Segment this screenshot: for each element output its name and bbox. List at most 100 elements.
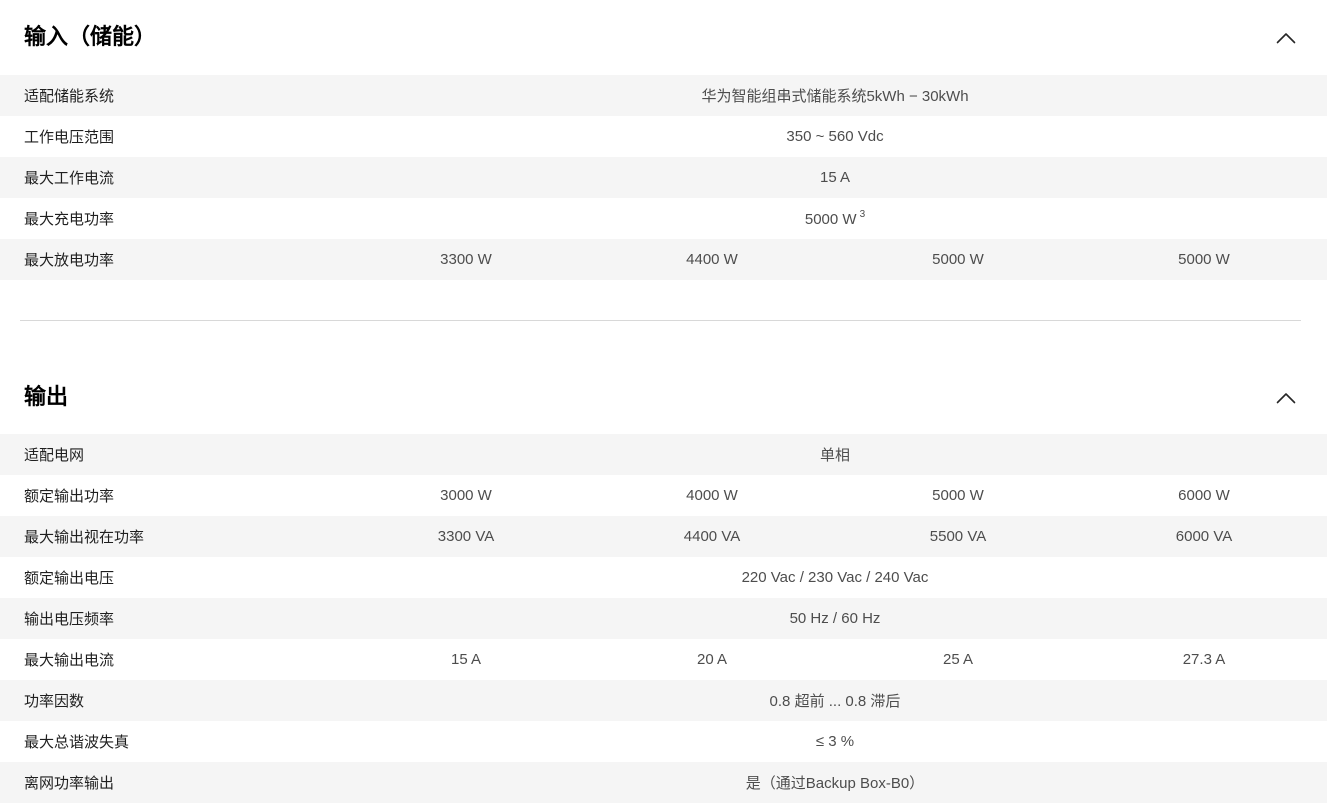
table-row: 最大总谐波失真 ≤ 3 % <box>0 721 1327 762</box>
value-cell: 27.3 A <box>1081 651 1327 668</box>
value-cell: 5000 W <box>1081 251 1327 268</box>
value-cell: 15 A <box>343 651 589 668</box>
value-cell: 4400 W <box>589 251 835 268</box>
row-label: 适配电网 <box>0 444 343 465</box>
table-row: 额定输出功率 3000 W4000 W5000 W6000 W <box>0 475 1327 516</box>
value-cell: 5000 W <box>835 487 1081 504</box>
row-label: 适配储能系统 <box>0 85 343 106</box>
value-text: 3300 W <box>440 251 492 268</box>
value-text: 0.8 超前 ... 0.8 滞后 <box>770 693 901 710</box>
value-cell: 15 A <box>343 169 1327 186</box>
value-text: 27.3 A <box>1183 651 1226 668</box>
row-values: 220 Vac / 230 Vac / 240 Vac <box>343 569 1327 586</box>
value-text: 15 A <box>820 169 850 186</box>
spec-section: 输入（储能） 适配储能系统 华为智能组串式储能系统5kWh − 30kWh 工作… <box>0 0 1327 280</box>
value-cell: 4400 VA <box>589 528 835 545</box>
value-text: 3300 VA <box>438 528 494 545</box>
value-cell: 20 A <box>589 651 835 668</box>
row-values: 15 A 20 A 25 A 27.3 A <box>343 651 1327 668</box>
table-row: 额定输出电压 220 Vac / 230 Vac / 240 Vac <box>0 557 1327 598</box>
row-label: 最大输出视在功率 <box>0 526 343 547</box>
value-text: 350 ~ 560 Vdc <box>786 128 883 145</box>
value-text: 4400 W <box>686 251 738 268</box>
value-text: 6000 VA <box>1176 528 1232 545</box>
value-text: 5000 W <box>1178 251 1230 268</box>
spec-section: 输出 适配电网 单相 额定输出功率 3000 W 4000 W 5000 W 6000… <box>0 321 1327 803</box>
row-values: 3300 W 4400 W 5000 W 5000 W <box>343 251 1327 268</box>
row-label: 最大总谐波失真 <box>0 731 343 752</box>
value-text: 是（通过Backup Box-B0） <box>746 775 924 792</box>
table-row: 适配储能系统 华为智能组串式储能系统5kWh − 30kWh <box>0 75 1327 116</box>
value-text: 4400 VA <box>684 528 740 545</box>
section-title: 输入（储能） <box>24 24 156 50</box>
section-header[interactable]: 输出 <box>0 321 1327 434</box>
value-text: 5000 W <box>805 211 857 228</box>
value-cell: 3000 W <box>343 487 589 504</box>
row-label: 最大输出电流 <box>0 649 343 670</box>
row-values: 350 ~ 560 Vdc <box>343 128 1327 145</box>
value-cell: 4000 W <box>589 487 835 504</box>
row-label: 最大放电功率 <box>0 249 343 270</box>
value-cell: 单相 <box>343 444 1327 465</box>
value-cell: 华为智能组串式储能系统5kWh − 30kWh <box>343 85 1327 106</box>
value-text: 3000 W <box>440 487 492 504</box>
value-cell: 220 Vac / 230 Vac / 240 Vac <box>343 569 1327 586</box>
value-cell: 3300 VA <box>343 528 589 545</box>
row-values: 3000 W4000 W5000 W6000 W <box>343 487 1327 504</box>
row-label: 输出电压频率 <box>0 608 343 629</box>
value-text: 50 Hz / 60 Hz <box>790 610 881 627</box>
value-cell: ≤ 3 % <box>343 733 1327 750</box>
row-label: 离网功率输出 <box>0 772 343 793</box>
row-label: 功率因数 <box>0 690 343 711</box>
row-values: 0.8 超前 ... 0.8 滞后 <box>343 690 1327 711</box>
value-text: 5500 VA <box>930 528 986 545</box>
table-row: 最大输出电流 15 A 20 A 25 A 27.3 A <box>0 639 1327 680</box>
row-label: 最大充电功率 <box>0 208 343 229</box>
table-row: 工作电压范围 350 ~ 560 Vdc <box>0 116 1327 157</box>
table-row: 输出电压频率 50 Hz / 60 Hz <box>0 598 1327 639</box>
value-text: ≤ 3 % <box>816 733 854 750</box>
row-values: 15 A <box>343 169 1327 186</box>
value-text: 15 A <box>451 651 481 668</box>
value-cell: 350 ~ 560 Vdc <box>343 128 1327 145</box>
table-row: 最大放电功率 3300 W 4400 W 5000 W 5000 W <box>0 239 1327 280</box>
table-row: 最大输出视在功率 3300 VA 4400 VA 5500 VA 6000 VA <box>0 516 1327 557</box>
row-values: 5000 W3 <box>343 210 1327 228</box>
value-text: 20 A <box>697 651 727 668</box>
row-values: 单相 <box>343 444 1327 465</box>
section-header[interactable]: 输入（储能） <box>0 0 1327 75</box>
row-values: ≤ 3 % <box>343 733 1327 750</box>
table-row: 离网功率输出 是（通过Backup Box-B0） <box>0 762 1327 803</box>
chevron-up-icon[interactable] <box>1275 391 1297 405</box>
chevron-up-icon[interactable] <box>1275 31 1297 45</box>
value-cell: 5500 VA <box>835 528 1081 545</box>
value-cell: 0.8 超前 ... 0.8 滞后 <box>343 690 1327 711</box>
value-text: 4000 W <box>686 487 738 504</box>
section-rows: 适配电网 单相 额定输出功率 3000 W4000 W5000 W6000 W … <box>0 434 1327 803</box>
table-row: 功率因数 0.8 超前 ... 0.8 滞后 <box>0 680 1327 721</box>
value-cell: 5000 W3 <box>343 210 1327 228</box>
row-values: 是（通过Backup Box-B0） <box>343 772 1327 793</box>
table-row: 最大充电功率 5000 W3 <box>0 198 1327 239</box>
value-text: 25 A <box>943 651 973 668</box>
value-cell: 6000 VA <box>1081 528 1327 545</box>
row-label: 额定输出功率 <box>0 485 343 506</box>
value-cell: 是（通过Backup Box-B0） <box>343 772 1327 793</box>
row-values: 50 Hz / 60 Hz <box>343 610 1327 627</box>
section-rows: 适配储能系统 华为智能组串式储能系统5kWh − 30kWh 工作电压范围 35… <box>0 75 1327 280</box>
section-title: 输出 <box>24 384 68 410</box>
value-text: 220 Vac / 230 Vac / 240 Vac <box>742 569 929 586</box>
row-values: 华为智能组串式储能系统5kWh − 30kWh <box>343 85 1327 106</box>
value-text: 5000 W <box>932 251 984 268</box>
value-cell: 50 Hz / 60 Hz <box>343 610 1327 627</box>
value-cell: 25 A <box>835 651 1081 668</box>
table-row: 最大工作电流 15 A <box>0 157 1327 198</box>
value-text: 华为智能组串式储能系统5kWh − 30kWh <box>701 88 968 105</box>
row-label: 工作电压范围 <box>0 126 343 147</box>
row-label: 最大工作电流 <box>0 167 343 188</box>
footnote-superscript: 3 <box>860 209 866 220</box>
row-label: 额定输出电压 <box>0 567 343 588</box>
spec-tables: 输入（储能） 适配储能系统 华为智能组串式储能系统5kWh − 30kWh 工作… <box>0 0 1327 803</box>
table-row: 适配电网 单相 <box>0 434 1327 475</box>
value-cell: 3300 W <box>343 251 589 268</box>
